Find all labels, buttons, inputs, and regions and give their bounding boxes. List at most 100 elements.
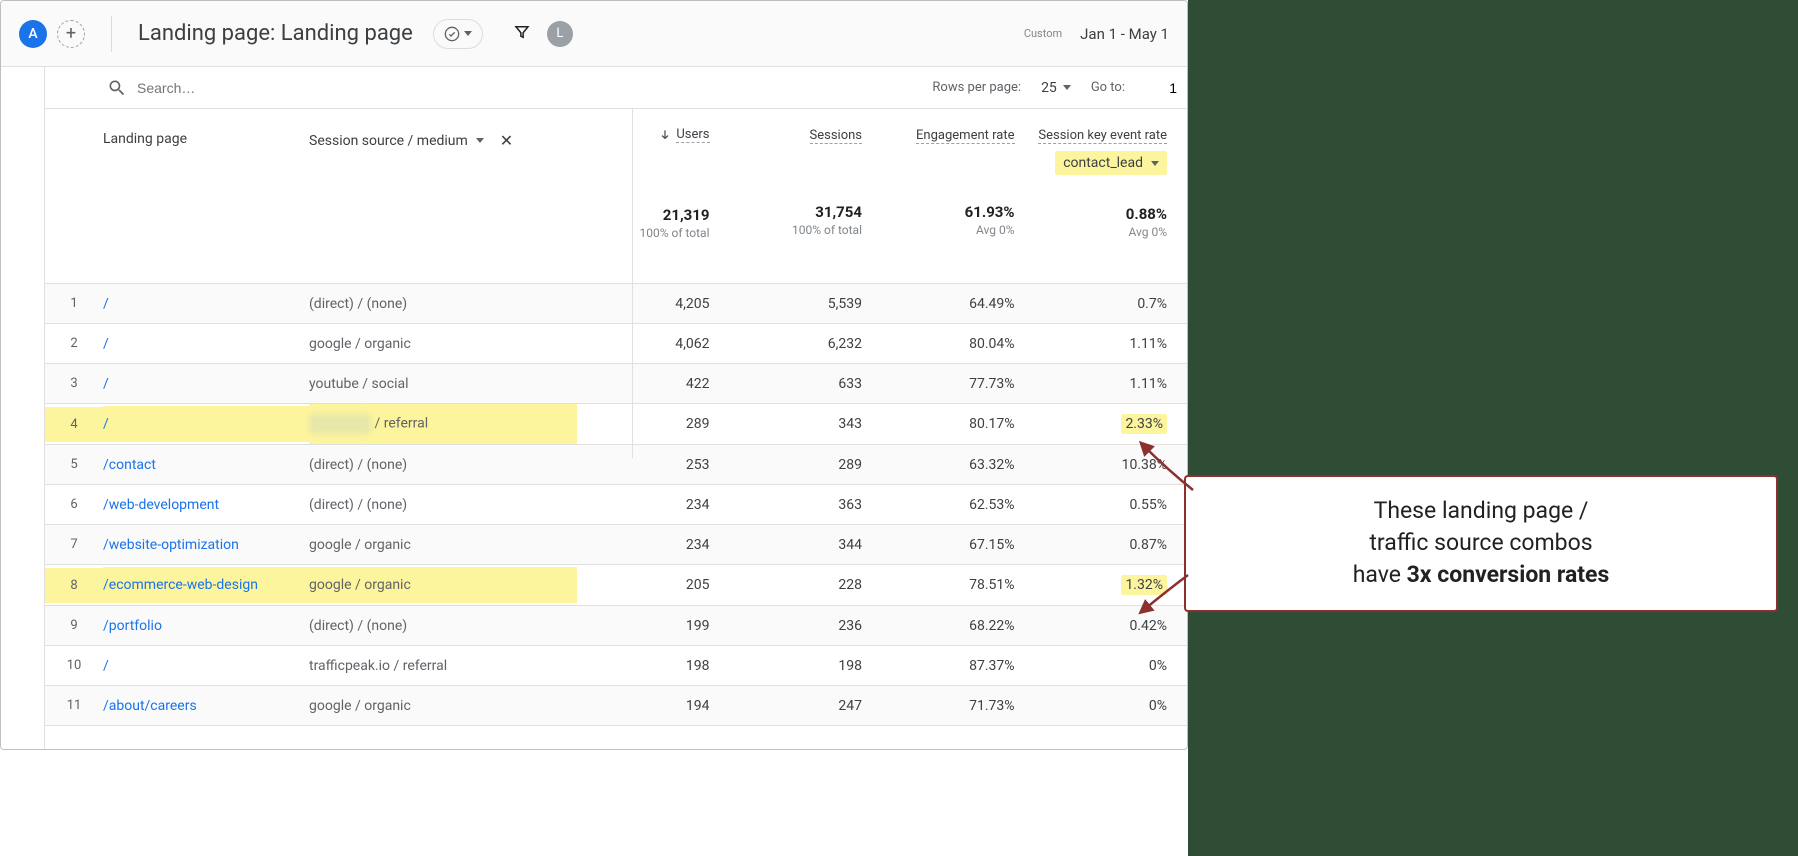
column-engagement[interactable]: Engagement rate [916, 128, 1014, 144]
table-row[interactable]: 3/youtube / social42263377.73%1.11% [45, 364, 1187, 404]
cell-users: 199 [577, 608, 730, 644]
cell-landing-page[interactable]: / [103, 326, 309, 362]
cell-source-medium[interactable]: google / organic [309, 527, 577, 563]
check-circle-icon [444, 26, 460, 42]
cell-source-medium[interactable]: google / organic [309, 326, 577, 362]
table-row[interactable]: 9/portfolio(direct) / (none)19923668.22%… [45, 606, 1187, 646]
cell-landing-page[interactable]: /about/careers [103, 688, 309, 724]
cell-key-event: 1.32% [1035, 565, 1188, 605]
cell-landing-page[interactable]: /ecommerce-web-design [103, 567, 309, 603]
add-comparison-button[interactable]: + [57, 20, 85, 48]
arrow-down-icon [658, 128, 672, 142]
summary-engagement: 61.93% [882, 203, 1015, 221]
cell-engagement: 64.49% [882, 286, 1035, 322]
filter-icon[interactable] [513, 23, 531, 45]
chevron-down-icon [1063, 85, 1071, 90]
key-event-select[interactable]: contact_lead [1055, 151, 1167, 175]
status-chip[interactable] [433, 19, 483, 49]
search-input[interactable] [137, 80, 437, 96]
rows-per-page-select[interactable]: 25 [1033, 80, 1079, 96]
cell-source-medium[interactable]: (direct) / (none) [309, 286, 577, 322]
cell-source-medium[interactable]: trafficpeak.io / referral [309, 648, 577, 684]
table-body: 1/(direct) / (none)4,2055,53964.49%0.7%2… [45, 284, 1187, 726]
date-range-picker[interactable]: Jan 1 - May 1 [1080, 25, 1169, 43]
table-row[interactable]: 4/ / referral28934380.17%2.33% [45, 404, 1187, 445]
cell-landing-page[interactable]: /website-optimization [103, 527, 309, 563]
goto-label: Go to: [1091, 80, 1125, 95]
table-toolbar: Rows per page: 25 Go to: [45, 67, 1187, 109]
column-landing-page[interactable]: Landing page [103, 131, 187, 147]
cell-source-medium[interactable]: (direct) / (none) [309, 487, 577, 523]
table-row[interactable]: 2/google / organic4,0626,23280.04%1.11% [45, 324, 1187, 364]
cell-landing-page[interactable]: / [103, 286, 309, 322]
table-row[interactable]: 10/trafficpeak.io / referral19819887.37%… [45, 646, 1187, 686]
goto-input[interactable] [1137, 80, 1177, 96]
summary-users-sub: 100% of total [577, 226, 710, 240]
summary-sessions-sub: 100% of total [730, 223, 863, 237]
cell-key-event: 0.55% [1035, 487, 1188, 523]
cell-sessions: 344 [730, 527, 883, 563]
column-source-medium[interactable]: Session source / medium [309, 133, 468, 149]
cell-landing-page[interactable]: / [103, 406, 309, 442]
cell-engagement: 67.15% [882, 527, 1035, 563]
report-title: Landing page: Landing page [138, 21, 413, 46]
cell-sessions: 247 [730, 688, 883, 724]
cell-landing-page[interactable]: / [103, 648, 309, 684]
property-avatar[interactable]: A [19, 20, 47, 48]
summary-key-event-sub: Avg 0% [1035, 225, 1168, 239]
cell-key-event: 0% [1035, 688, 1188, 724]
cell-landing-page[interactable]: /portfolio [103, 608, 309, 644]
cell-engagement: 62.53% [882, 487, 1035, 523]
cell-source-medium[interactable]: / referral [309, 404, 577, 444]
row-index: 1 [45, 286, 103, 321]
table-row[interactable]: 5/contact(direct) / (none)25328963.32%10… [45, 445, 1187, 485]
cell-users: 289 [577, 406, 730, 442]
cell-users: 4,062 [577, 326, 730, 362]
table-row[interactable]: 1/(direct) / (none)4,2055,53964.49%0.7% [45, 284, 1187, 324]
cell-landing-page[interactable]: / [103, 366, 309, 402]
cell-users: 4,205 [577, 286, 730, 322]
summary-sessions: 31,754 [730, 203, 863, 221]
cell-source-medium[interactable]: google / organic [309, 688, 577, 724]
cell-users: 422 [577, 366, 730, 402]
cell-landing-page[interactable]: /contact [103, 447, 309, 483]
cell-source-medium[interactable]: google / organic [309, 567, 577, 603]
cell-sessions: 289 [730, 447, 883, 483]
column-key-event[interactable]: Session key event rate [1038, 128, 1167, 144]
annotation-callout: These landing page / traffic source comb… [1184, 475, 1778, 612]
row-index: 7 [45, 527, 103, 562]
cell-sessions: 343 [730, 406, 883, 442]
table-row[interactable]: 8/ecommerce-web-designgoogle / organic20… [45, 565, 1187, 606]
table-row[interactable]: 11/about/careersgoogle / organic19424771… [45, 686, 1187, 726]
cell-engagement: 80.17% [882, 406, 1035, 442]
cell-key-event: 2.33% [1035, 404, 1188, 444]
user-avatar[interactable]: L [547, 21, 573, 47]
cell-engagement: 78.51% [882, 567, 1035, 603]
table-header: Landing page Session source / medium ✕ [45, 109, 1187, 284]
column-sessions[interactable]: Sessions [810, 128, 863, 144]
row-index: 3 [45, 366, 103, 401]
table-row[interactable]: 7/website-optimizationgoogle / organic23… [45, 525, 1187, 565]
remove-dimension-button[interactable]: ✕ [500, 131, 513, 150]
table-row[interactable]: 6/web-development(direct) / (none)234363… [45, 485, 1187, 525]
chevron-down-icon [476, 138, 484, 143]
analytics-report-panel: A + Landing page: Landing page L Custom … [0, 0, 1188, 750]
cell-source-medium[interactable]: youtube / social [309, 366, 577, 402]
summary-users: 21,319 [577, 206, 710, 224]
cell-engagement: 87.37% [882, 648, 1035, 684]
background-panel [1188, 0, 1798, 856]
column-users[interactable]: Users [658, 127, 709, 143]
cell-key-event: 1.11% [1035, 326, 1188, 362]
report-header: A + Landing page: Landing page L Custom … [1, 1, 1187, 67]
cell-sessions: 633 [730, 366, 883, 402]
row-index: 11 [45, 688, 103, 723]
cell-source-medium[interactable]: (direct) / (none) [309, 608, 577, 644]
divider [111, 16, 112, 52]
cell-users: 234 [577, 487, 730, 523]
cell-landing-page[interactable]: /web-development [103, 487, 309, 523]
row-index: 9 [45, 608, 103, 643]
date-range-type: Custom [1024, 27, 1062, 40]
cell-source-medium[interactable]: (direct) / (none) [309, 447, 577, 483]
rows-per-page-label: Rows per page: [932, 80, 1021, 95]
search-icon [107, 78, 127, 98]
